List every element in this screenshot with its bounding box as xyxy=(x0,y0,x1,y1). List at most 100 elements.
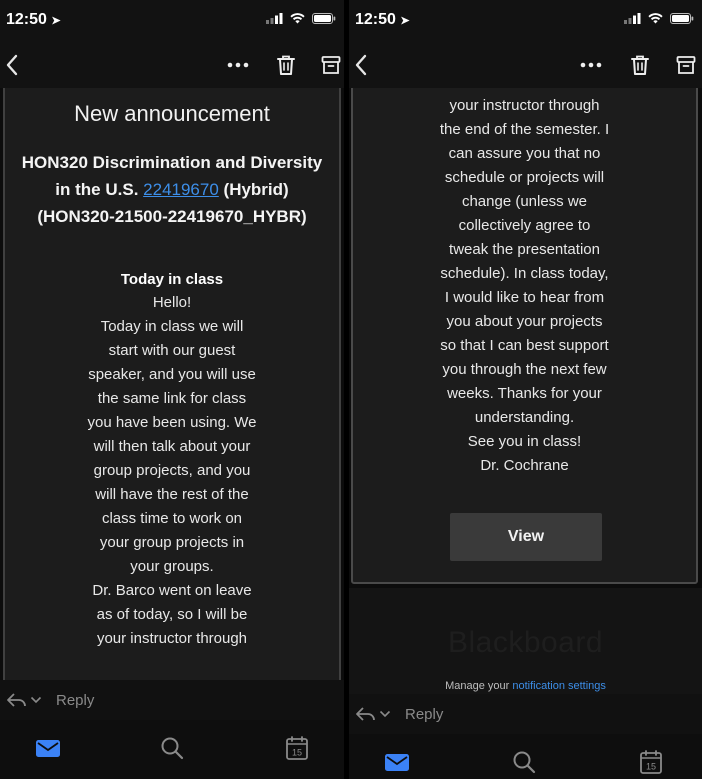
message-line: your instructor through xyxy=(96,630,248,647)
announcement-title: New announcement xyxy=(74,101,270,126)
tab-bar: 15 xyxy=(349,734,702,779)
back-button[interactable] xyxy=(0,51,26,79)
archive-icon xyxy=(321,56,341,74)
message-line: you about your projects xyxy=(446,313,603,330)
message-content: your instructor through the end of the s… xyxy=(349,88,702,779)
message-line: you have been using. We xyxy=(87,414,257,431)
message-line: Dr. Cochrane xyxy=(480,457,569,474)
calendar-icon: 15 xyxy=(640,750,662,774)
message-line: start with our guest xyxy=(108,342,236,359)
message-line: Today in class we will xyxy=(100,318,244,335)
chevron-left-icon xyxy=(6,54,18,76)
trash-icon xyxy=(631,55,649,75)
message-heading: Today in class xyxy=(120,271,224,288)
reply-input[interactable]: Reply xyxy=(56,692,94,709)
message-line: understanding. xyxy=(474,409,575,426)
search-icon xyxy=(513,751,536,774)
more-button[interactable] xyxy=(224,51,252,79)
message-line: tweak the presentation xyxy=(449,241,600,258)
signal-icon xyxy=(266,13,283,24)
reply-icon xyxy=(356,707,375,721)
back-button[interactable] xyxy=(349,51,375,79)
notification-settings-link[interactable]: notification settings xyxy=(512,680,606,692)
message-line: as of today, so I will be xyxy=(96,606,248,623)
delete-button[interactable] xyxy=(626,51,654,79)
message-line: so that I can best support xyxy=(440,337,609,354)
right-phone-screen: 12:50 ➤ your instructor through the end … xyxy=(349,0,702,779)
chevron-down-icon xyxy=(30,696,42,704)
reply-input[interactable]: Reply xyxy=(405,706,443,723)
tab-bar: 15 xyxy=(0,720,344,779)
trash-icon xyxy=(277,55,295,75)
message-line: can assure you that no xyxy=(448,145,601,162)
message-line: your instructor through xyxy=(449,97,600,114)
message-line: the same link for class xyxy=(97,390,247,407)
tab-calendar[interactable]: 15 xyxy=(637,748,665,776)
message-line: your group projects in xyxy=(99,534,245,551)
toolbar xyxy=(349,42,702,88)
archive-icon xyxy=(676,56,696,74)
battery-icon xyxy=(670,13,694,24)
message-line: the end of the semester. I xyxy=(439,121,610,138)
archive-button[interactable] xyxy=(672,51,700,79)
left-phone-screen: 12:50 ➤ New announcement HON320 Discrimi… xyxy=(0,0,344,779)
reply-options-button[interactable] xyxy=(6,692,42,708)
message-line: group projects, and you xyxy=(93,462,251,479)
calendar-day: 15 xyxy=(292,748,302,758)
more-dots-icon xyxy=(580,62,602,68)
message-line: See you in class! xyxy=(467,433,582,450)
message-line: schedule). In class today, xyxy=(440,265,609,282)
blackboard-logo: Blackboard xyxy=(447,626,604,659)
message-line: will then talk about your xyxy=(93,438,251,455)
message-line: Dr. Barco went on leave xyxy=(92,582,252,599)
tab-mail[interactable] xyxy=(383,748,411,776)
toolbar xyxy=(0,42,344,88)
course-title: HON320 Discrimination and Diversity in t… xyxy=(19,149,325,230)
calendar-icon: 15 xyxy=(286,736,308,760)
mail-icon xyxy=(36,739,60,757)
message-line: I would like to hear from xyxy=(444,289,605,306)
message-line: collectively agree to xyxy=(458,217,591,234)
mail-icon xyxy=(385,753,409,771)
message-line: class time to work on xyxy=(101,510,243,527)
search-icon xyxy=(161,737,184,760)
course-link[interactable]: 22419670 xyxy=(143,180,219,199)
tab-search[interactable] xyxy=(510,748,538,776)
message-line: weeks. Thanks for your xyxy=(447,385,602,402)
battery-icon xyxy=(312,13,336,24)
tab-search[interactable] xyxy=(158,734,186,762)
chevron-down-icon xyxy=(379,710,391,718)
wifi-icon xyxy=(648,13,663,24)
message-line: speaker, and you will use xyxy=(88,366,256,383)
announcement-card: New announcement HON320 Discrimination a… xyxy=(3,88,341,688)
status-bar: 12:50 ➤ xyxy=(349,0,702,42)
view-button[interactable]: View xyxy=(450,513,602,561)
message-line: change (unless we xyxy=(461,193,588,210)
message-line: your groups. xyxy=(130,558,214,575)
more-button[interactable] xyxy=(577,51,605,79)
location-arrow-icon: ➤ xyxy=(400,15,410,27)
message-line: Hello! xyxy=(152,294,192,311)
status-icons xyxy=(266,13,336,24)
manage-notifications-line: Manage your notification settings xyxy=(349,680,702,692)
manage-prefix: Manage your xyxy=(445,680,510,692)
location-arrow-icon: ➤ xyxy=(51,15,61,27)
signal-icon xyxy=(624,13,641,24)
status-time: 12:50 ➤ xyxy=(6,11,61,28)
reply-icon xyxy=(7,693,26,707)
tab-mail[interactable] xyxy=(34,734,62,762)
message-body: your instructor through the end of the s… xyxy=(353,94,696,478)
message-line: you through the next few xyxy=(442,361,607,378)
status-bar: 12:50 ➤ xyxy=(0,0,344,42)
message-line: schedule or projects will xyxy=(444,169,605,186)
reply-bar: Reply xyxy=(349,694,702,734)
calendar-day: 15 xyxy=(646,762,656,772)
tab-calendar[interactable]: 15 xyxy=(283,734,311,762)
status-icons xyxy=(624,13,694,24)
delete-button[interactable] xyxy=(272,51,300,79)
archive-button[interactable] xyxy=(317,51,344,79)
reply-options-button[interactable] xyxy=(355,706,391,722)
reply-bar: Reply xyxy=(0,680,344,720)
wifi-icon xyxy=(290,13,305,24)
message-content: New announcement HON320 Discrimination a… xyxy=(0,88,344,779)
